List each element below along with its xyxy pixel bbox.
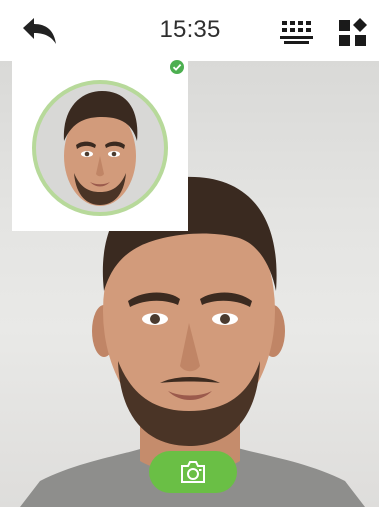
keypad-button[interactable] [279, 20, 315, 46]
face-capture-screen: 15:35 [0, 0, 379, 507]
clock: 15:35 [159, 16, 221, 43]
app-menu-button[interactable] [338, 18, 368, 48]
back-button[interactable] [14, 14, 60, 50]
keypad-icon [280, 21, 313, 44]
captured-face-thumbnail [32, 80, 168, 216]
camera-icon [181, 461, 205, 483]
match-check-icon [170, 60, 184, 74]
capture-button[interactable] [149, 451, 237, 493]
captured-face-preview [12, 61, 188, 231]
app-menu-icon [339, 18, 367, 46]
top-bar: 15:35 [0, 0, 379, 61]
back-arrow-icon [23, 18, 56, 44]
